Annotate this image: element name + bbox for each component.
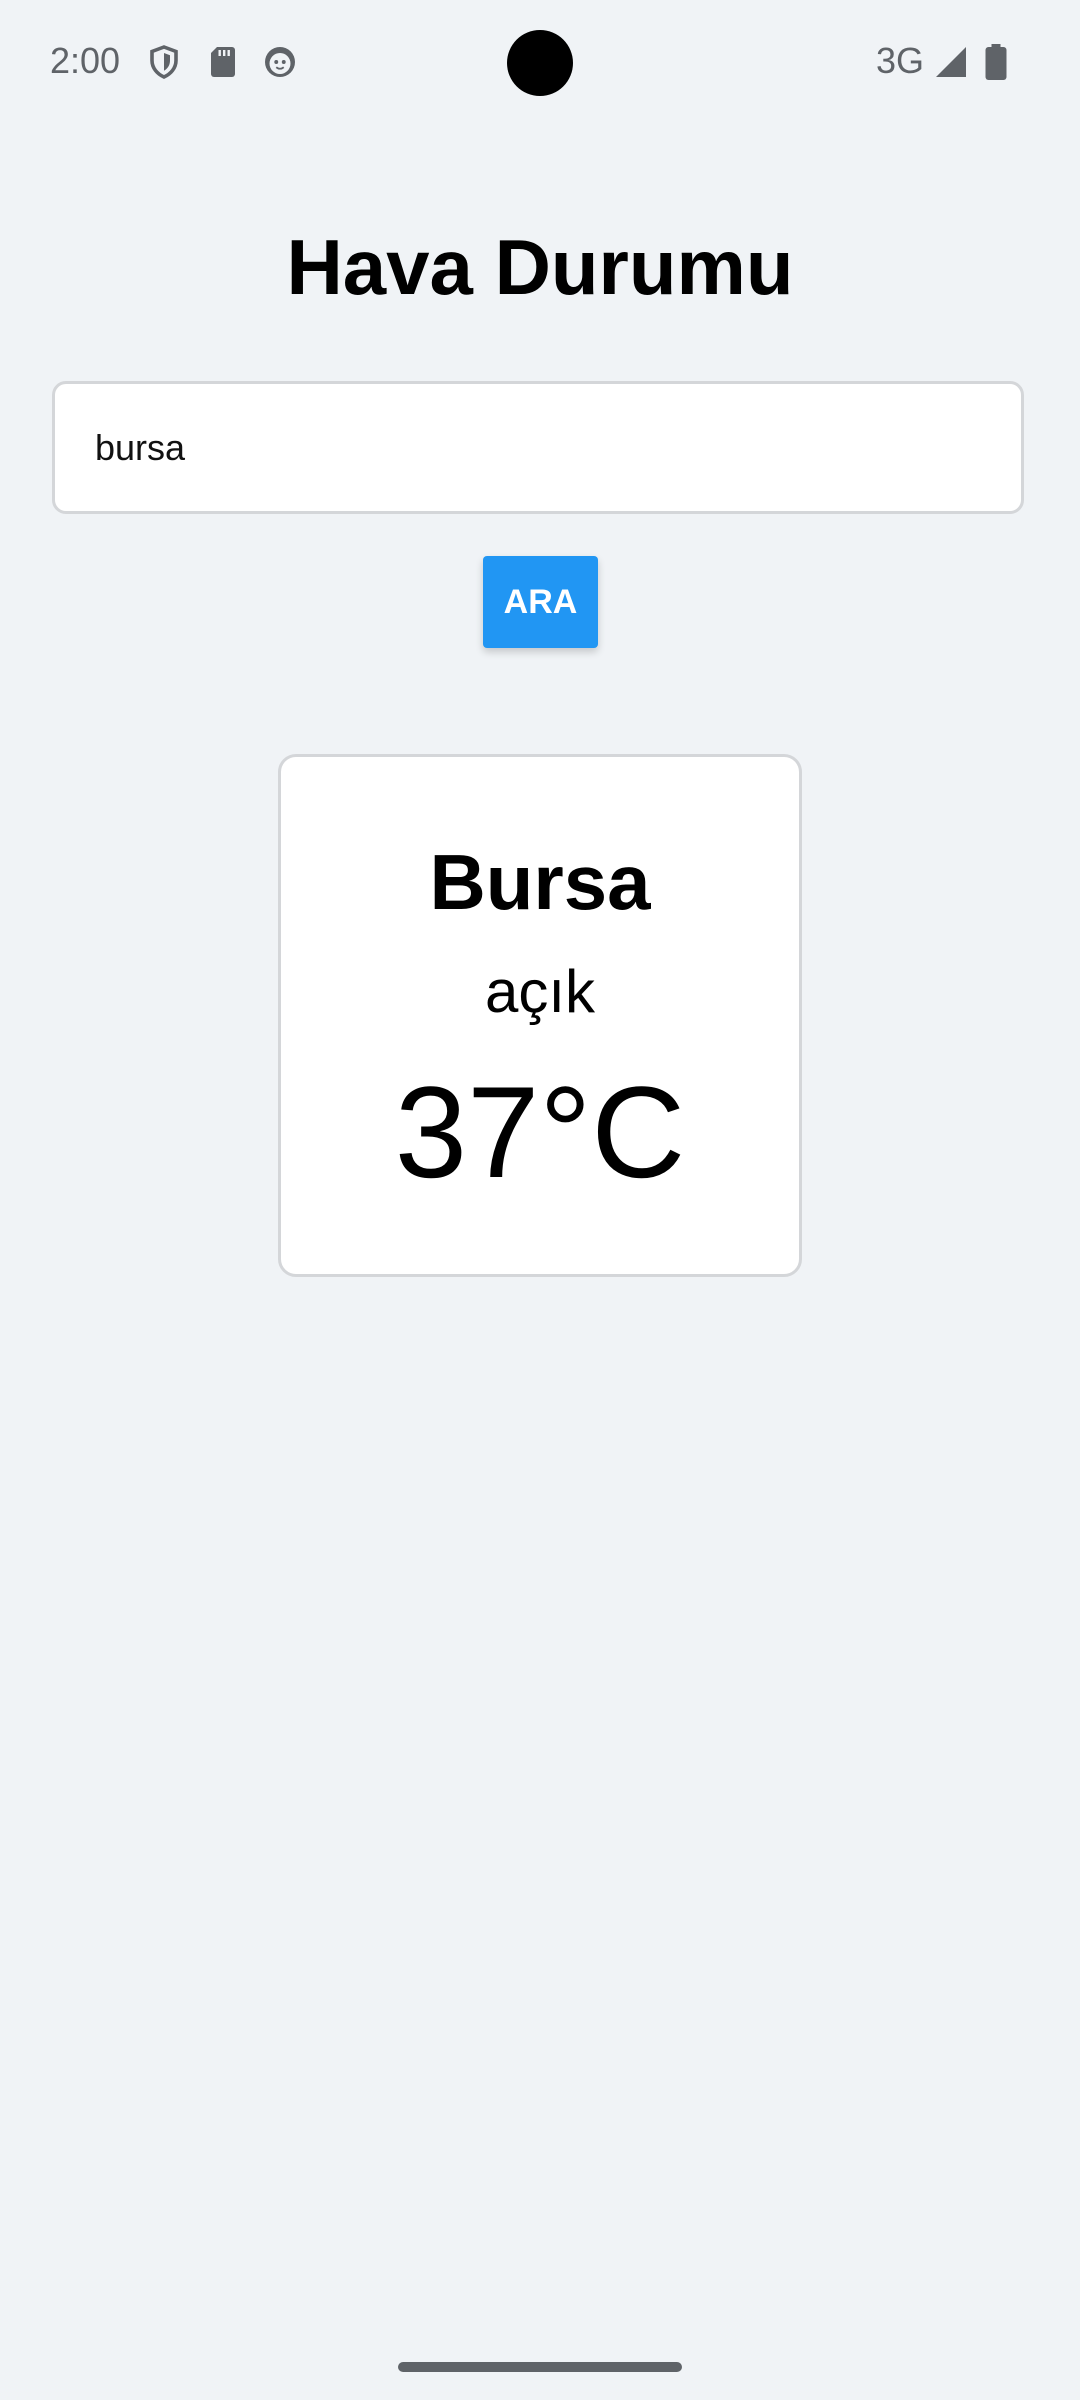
sd-card-icon — [205, 44, 241, 80]
status-time: 2:00 — [50, 40, 121, 81]
network-type: 3G — [876, 40, 925, 81]
temperature: 37°C — [394, 1059, 686, 1205]
weather-description: açık — [484, 958, 596, 1025]
page-title: Hava Durumu — [286, 223, 794, 311]
battery-icon — [984, 44, 1008, 80]
signal-icon — [933, 44, 969, 80]
home-indicator[interactable] — [398, 2362, 682, 2372]
shield-icon — [146, 44, 182, 80]
camera-cutout — [507, 30, 573, 96]
status-bar: 2:00 3G — [0, 0, 1080, 130]
search-input[interactable] — [52, 381, 1024, 514]
face-icon — [262, 44, 298, 80]
weather-card: Bursa açık 37°C — [278, 754, 802, 1277]
search-button[interactable]: ARA — [483, 556, 598, 648]
city-name: Bursa — [429, 838, 651, 926]
